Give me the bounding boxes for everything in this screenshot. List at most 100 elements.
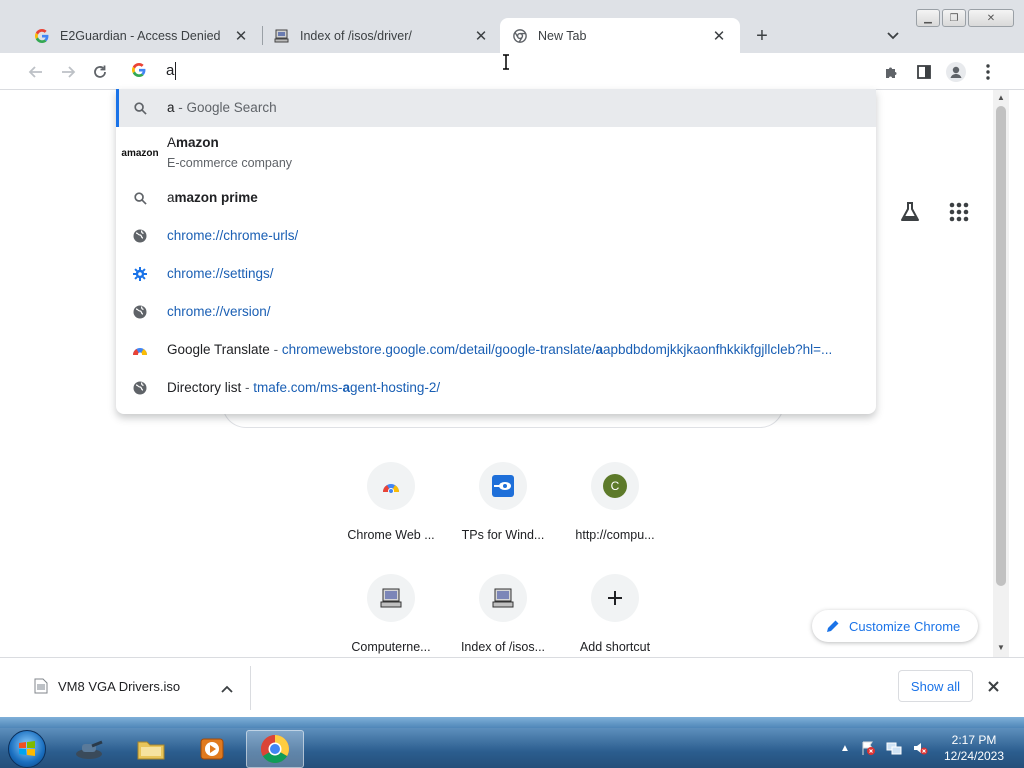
google-apps-button[interactable] xyxy=(947,200,971,227)
suggestion-chrome-urls[interactable]: chrome://chrome-urls/ xyxy=(116,217,876,255)
google-g-icon xyxy=(34,28,50,44)
network-tank-icon xyxy=(76,740,103,759)
suggestion-text: Directory list - tmafe.com/ms-agent-host… xyxy=(167,380,441,395)
profile-button[interactable] xyxy=(943,59,969,85)
suggestion-subtitle: E-commerce company xyxy=(167,156,293,170)
scroll-up-arrow-icon[interactable]: ▲ xyxy=(997,93,1005,102)
suggestion-url: chrome://settings/ xyxy=(167,266,274,281)
back-button[interactable] xyxy=(23,59,49,85)
taskbar-explorer[interactable] xyxy=(122,730,180,768)
tab-index-of-isos-driver[interactable]: Index of /isos/driver/ ✕ xyxy=(262,18,502,53)
more-vertical-icon xyxy=(986,64,990,80)
gear-icon xyxy=(132,266,148,282)
text-cursor-icon xyxy=(502,54,510,73)
shortcut-label: Add shortcut xyxy=(579,640,651,654)
omnibox[interactable]: a xyxy=(116,53,876,89)
download-item[interactable]: VM8 VGA Drivers.iso xyxy=(34,678,180,694)
chrome-icon xyxy=(261,735,289,763)
suggestion-directory-list[interactable]: Directory list - tmafe.com/ms-agent-host… xyxy=(116,369,876,407)
scroll-down-arrow-icon[interactable]: ▼ xyxy=(997,643,1005,652)
tab-title: Index of /isos/driver/ xyxy=(300,28,412,43)
computer-icon xyxy=(367,574,415,622)
new-tab-button[interactable]: + xyxy=(750,24,774,48)
page-scrollbar[interactable]: ▲ ▼ xyxy=(993,90,1009,657)
action-center-flag-icon[interactable] xyxy=(860,740,876,756)
folder-icon xyxy=(137,741,165,760)
shortcut-label: Computerne... xyxy=(351,640,431,654)
network-icon[interactable] xyxy=(886,740,902,756)
extensions-button[interactable] xyxy=(879,59,905,85)
minimize-button[interactable]: ▁ xyxy=(916,9,940,27)
taskbar-clock[interactable]: 2:17 PM 12/24/2023 xyxy=(934,732,1014,764)
tab-e2guardian[interactable]: E2Guardian - Access Denied ✕ xyxy=(22,18,262,53)
suggestion-amazon[interactable]: amazon Amazon E-commerce company xyxy=(116,127,876,179)
tab-new-tab[interactable]: New Tab ✕ xyxy=(500,18,740,53)
windows-logo-icon xyxy=(19,741,35,756)
shortcut-chrome-web-store[interactable]: Chrome Web ... xyxy=(335,462,447,542)
close-tab-icon[interactable]: ✕ xyxy=(232,27,250,45)
show-hidden-icons-icon[interactable]: ▲ xyxy=(840,743,850,754)
close-tab-icon[interactable]: ✕ xyxy=(472,27,490,45)
download-options-button[interactable] xyxy=(218,680,236,698)
close-shelf-button[interactable] xyxy=(983,676,1003,696)
search-icon xyxy=(132,100,148,116)
close-tab-icon[interactable]: ✕ xyxy=(710,27,728,45)
reload-button[interactable] xyxy=(87,59,113,85)
show-all-downloads-button[interactable]: Show all xyxy=(898,670,973,702)
globe-icon xyxy=(132,228,148,244)
shortcut-label: TPs for Wind... xyxy=(461,528,545,542)
shortcut-tps-for-windows[interactable]: TPs for Wind... xyxy=(447,462,559,542)
suggestion-text: Google Translate - chromewebstore.google… xyxy=(167,342,833,357)
text-caret xyxy=(175,62,176,80)
customize-chrome-button[interactable]: Customize Chrome xyxy=(812,610,978,642)
side-panel-button[interactable] xyxy=(911,59,937,85)
media-player-icon xyxy=(200,738,224,760)
puzzle-icon xyxy=(886,67,897,78)
chevron-down-icon xyxy=(887,32,899,40)
forward-button[interactable] xyxy=(55,59,81,85)
arrow-right-icon xyxy=(62,66,76,78)
pencil-icon xyxy=(827,620,839,632)
suggestion-google-search[interactable]: a - Google Search xyxy=(116,89,876,127)
google-g-icon xyxy=(132,63,146,80)
clock-date: 12/24/2023 xyxy=(943,749,1005,763)
letter-c-icon: C xyxy=(591,462,639,510)
globe-icon xyxy=(132,304,148,320)
chrome-menu-button[interactable] xyxy=(975,59,1001,85)
close-icon xyxy=(987,680,999,692)
shortcut-http-compu[interactable]: C http://compu... xyxy=(559,462,671,542)
tab-search-button[interactable] xyxy=(882,26,904,46)
flask-icon xyxy=(901,202,919,221)
shortcut-index-of-isos[interactable]: Index of /isos... xyxy=(447,574,559,654)
labs-button[interactable] xyxy=(898,200,922,227)
window-frame-bottom xyxy=(0,717,1024,728)
start-button[interactable] xyxy=(8,730,46,768)
amazon-logo-icon: amazon xyxy=(121,147,159,159)
restore-button[interactable]: ❐ xyxy=(942,9,966,27)
tab-strip: E2Guardian - Access Denied ✕ Index of /i… xyxy=(0,0,1024,53)
shortcut-computerne[interactable]: Computerne... xyxy=(335,574,447,654)
taskbar-media-player[interactable] xyxy=(183,730,241,768)
windows-taskbar: ▲ 2:17 PM 12/24/2023 xyxy=(0,728,1024,768)
taskbar-chrome[interactable] xyxy=(246,730,304,768)
suggestion-chrome-version[interactable]: chrome://version/ xyxy=(116,293,876,331)
avatar-icon xyxy=(946,62,966,82)
shelf-divider xyxy=(250,666,251,710)
volume-muted-icon[interactable] xyxy=(912,740,928,756)
google-translate-icon xyxy=(132,342,148,358)
suggestion-chrome-settings[interactable]: chrome://settings/ xyxy=(116,255,876,293)
search-icon xyxy=(132,190,148,206)
omnibox-suggestions: a - Google Search amazon Amazon E-commer… xyxy=(116,89,876,414)
taskbar-network-app[interactable] xyxy=(60,730,118,768)
close-window-button[interactable]: ✕ xyxy=(968,9,1014,27)
suggestion-amazon-prime[interactable]: amazon prime xyxy=(116,179,876,217)
scrollbar-thumb[interactable] xyxy=(996,106,1006,586)
chrome-icon xyxy=(512,28,528,44)
add-shortcut-button[interactable]: Add shortcut xyxy=(559,574,671,654)
reload-icon xyxy=(94,65,106,78)
omnibox-input[interactable]: a xyxy=(166,62,174,79)
suggestion-google-translate[interactable]: Google Translate - chromewebstore.google… xyxy=(116,331,876,369)
plus-icon xyxy=(591,574,639,622)
window-controls: ▁ ❐ ✕ xyxy=(916,9,1014,27)
suggestion-url: chrome://version/ xyxy=(167,304,271,319)
